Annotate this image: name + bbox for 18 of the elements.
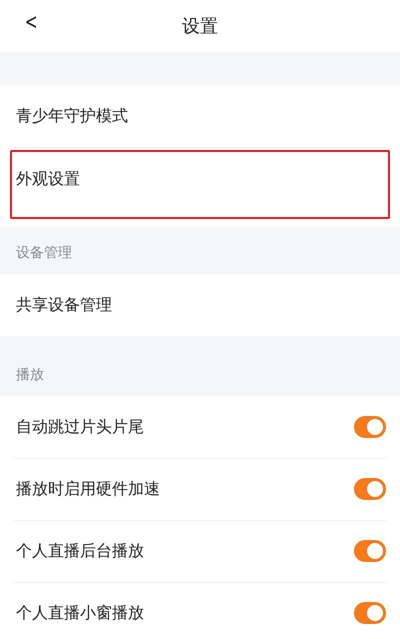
toggle-switch[interactable] bbox=[354, 602, 386, 624]
settings-row[interactable]: 外观设置 bbox=[0, 147, 400, 227]
section-header: 设备管理 bbox=[16, 244, 72, 262]
toggle-switch[interactable] bbox=[354, 540, 386, 562]
toggle-switch[interactable] bbox=[354, 416, 386, 438]
toggle-switch[interactable] bbox=[354, 478, 386, 500]
settings-row[interactable]: 共享设备管理 bbox=[0, 274, 400, 336]
page-title: 设置 bbox=[182, 15, 218, 38]
row-label: 共享设备管理 bbox=[16, 294, 113, 316]
row-label: 自动跳过片头片尾 bbox=[16, 416, 145, 438]
back-button[interactable]: < bbox=[22, 10, 40, 35]
settings-row[interactable]: 青少年守护模式 bbox=[0, 85, 400, 147]
section-header: 播放 bbox=[16, 366, 44, 384]
row-label: 个人直播后台播放 bbox=[16, 540, 145, 562]
row-label: 个人直播小窗播放 bbox=[16, 602, 145, 624]
row-label: 青少年守护模式 bbox=[16, 106, 129, 126]
row-label: 播放时启用硬件加速 bbox=[16, 478, 161, 500]
row-label: 外观设置 bbox=[16, 169, 81, 190]
